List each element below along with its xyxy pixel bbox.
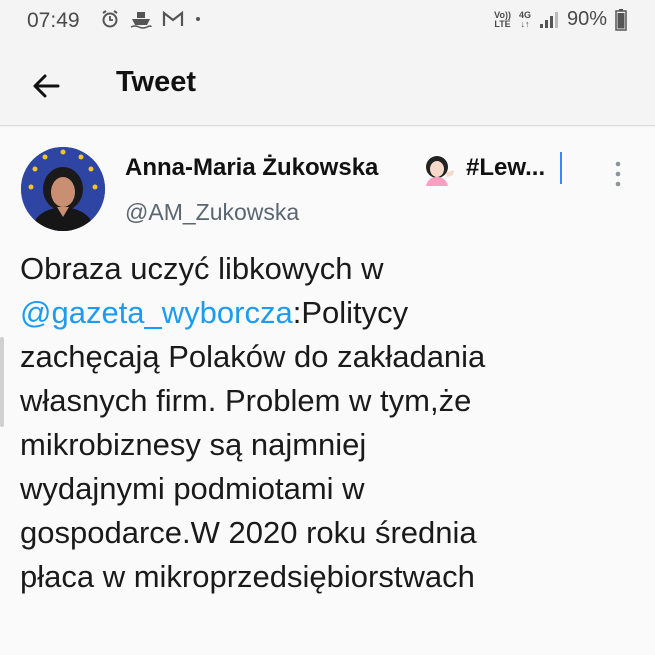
tweet-text-segment: płaca w mikroprzedsiębiorstwach [20, 559, 475, 594]
tweet-text-line: Obraza uczyć libkowych w [20, 247, 650, 291]
avatar-image [21, 147, 105, 231]
page-title: Tweet [116, 66, 197, 98]
app-bar: Tweet [0, 44, 655, 126]
tweet-text: Obraza uczyć libkowych w @gazeta_wyborcza… [20, 247, 650, 599]
volte-icon: Vo)) LTE [494, 9, 511, 29]
tweet-text-segment: Obraza uczyć libkowych w [20, 251, 384, 286]
author-name[interactable]: Anna-Maria Żukowska [125, 154, 378, 182]
text-cursor [560, 152, 562, 184]
more-notifications-icon [196, 17, 200, 21]
scroll-edge [0, 337, 4, 427]
network-4g-icon: 4G ↓↑ [518, 9, 531, 29]
gmail-icon [162, 10, 184, 26]
alarm-icon [102, 10, 118, 28]
system-icons: Vo)) LTE 4G ↓↑ 90% [494, 8, 627, 31]
tweet-text-segment: własnych firm. Problem w tym,że [20, 383, 472, 418]
boat-icon [130, 12, 152, 29]
tweet-text-segment: zachęcają Polaków do zakładania [20, 339, 486, 374]
avatar[interactable] [21, 147, 105, 231]
tweet-text-segment: :Politycy [292, 295, 409, 330]
battery-percent: 90% [566, 8, 607, 30]
tweet-text-line: zachęcają Polaków do zakładania [20, 335, 650, 379]
mention-link[interactable]: @gazeta_wyborcza [20, 295, 293, 330]
notification-icons [100, 9, 202, 29]
status-bar: 07:49 Vo)) LTE 4G ↓↑ 90% [0, 0, 655, 44]
signal-icon [539, 11, 558, 28]
battery-icon [615, 8, 627, 31]
tweet-text-line: płaca w mikroprzedsiębiorstwach [20, 555, 650, 599]
tweet-text-line: wydajnymi podmiotami w [20, 467, 650, 511]
author-handle[interactable]: @AM_Zukowska [125, 199, 299, 226]
more-options-icon[interactable] [612, 159, 624, 189]
tweet-text-line: mikrobiznesy są najmniej [20, 423, 650, 467]
arrow-left-icon[interactable] [28, 68, 64, 104]
status-time: 07:49 [27, 9, 80, 32]
tweet-text-line: własnych firm. Problem w tym,że [20, 379, 650, 423]
tweet: Anna-Maria Żukowska #Lew... @AM_Zukowska… [0, 127, 655, 655]
tweet-text-line: gospodarce.W 2020 roku średnia [20, 511, 650, 555]
author-hashtag[interactable]: #Lew... [466, 154, 545, 182]
tweet-text-line: @gazeta_wyborcza:Politycy [20, 291, 650, 335]
tweet-text-segment: mikrobiznesy są najmniej [20, 427, 367, 462]
tweet-text-segment: gospodarce.W 2020 roku średnia [20, 515, 477, 550]
woman-tipping-hand-emoji-icon [426, 156, 454, 186]
tweet-text-segment: wydajnymi podmiotami w [20, 471, 365, 506]
